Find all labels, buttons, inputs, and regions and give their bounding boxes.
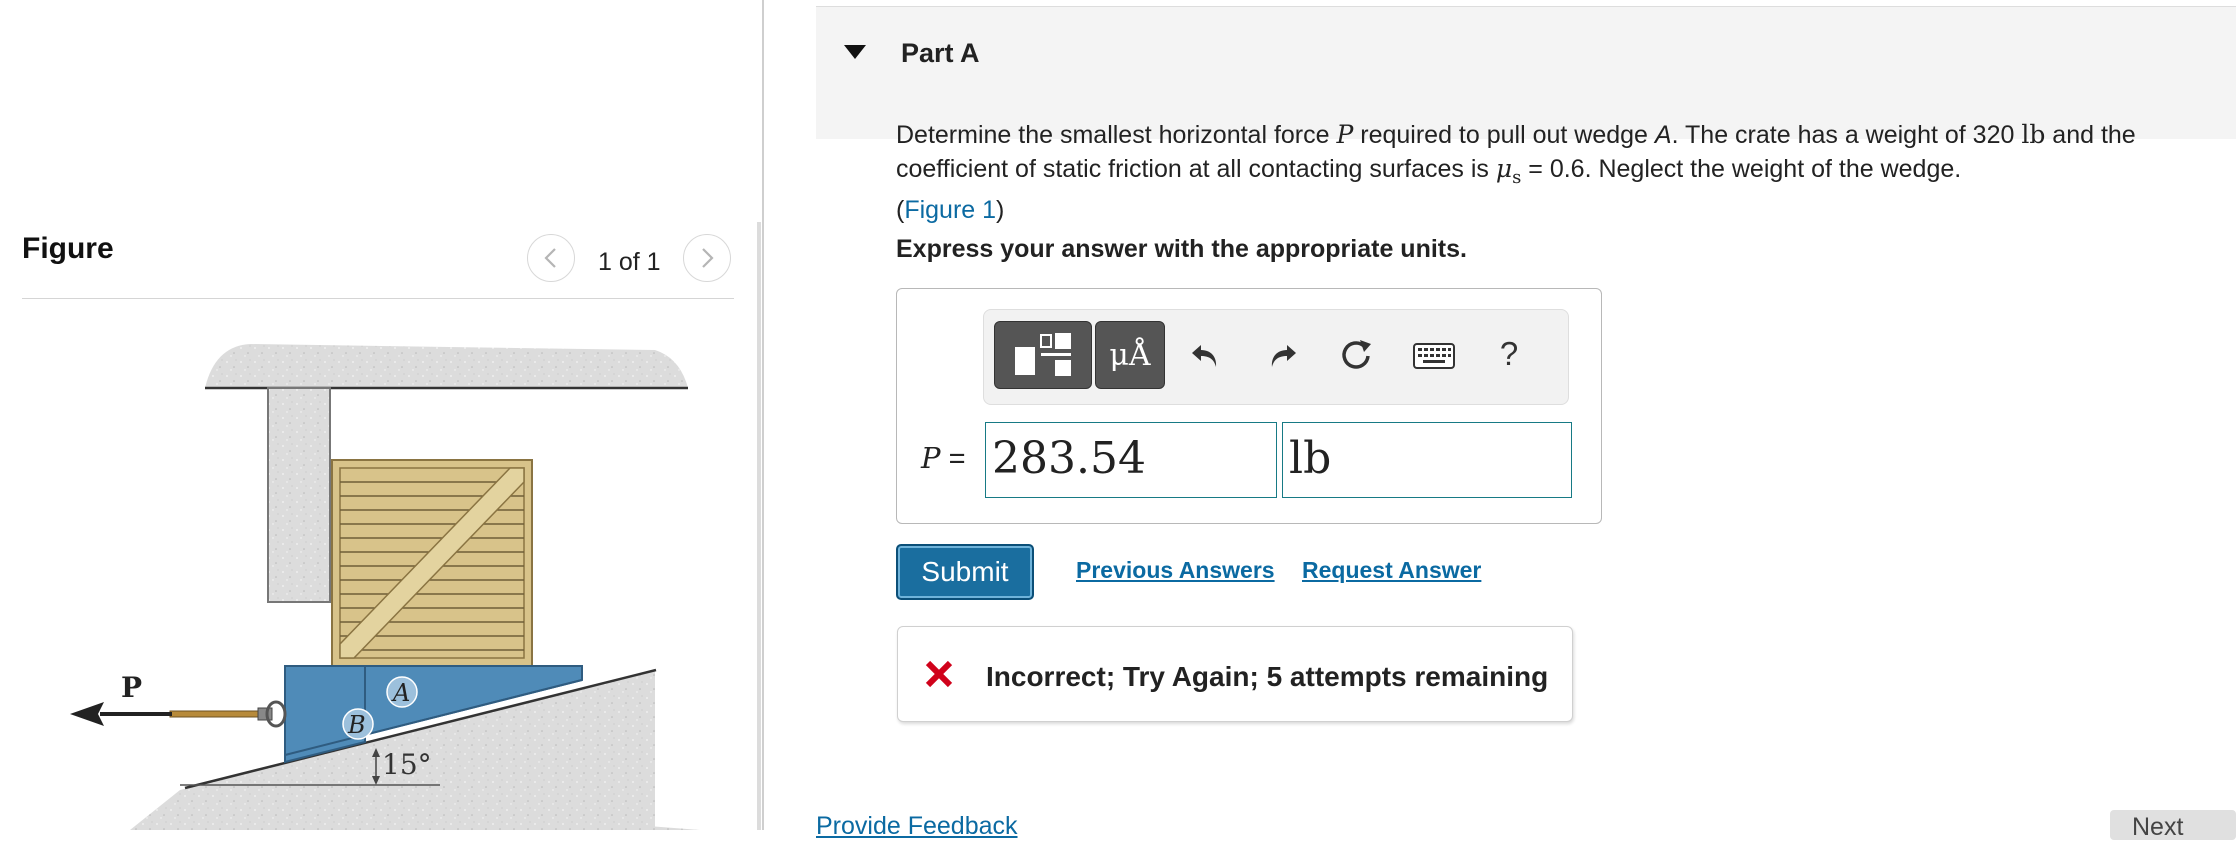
label-A: A [391, 679, 410, 707]
redo-button[interactable] [1260, 334, 1304, 378]
answer-instruction: Express your answer with the appropriate… [896, 235, 1467, 263]
mu-symbol: μ [1495, 154, 1513, 183]
force-label-P: P [121, 671, 142, 704]
crate [331, 459, 533, 667]
part-title: Part A [901, 38, 980, 68]
force-arrowhead [70, 702, 104, 726]
collapse-caret-icon[interactable] [843, 44, 867, 60]
provide-feedback-link[interactable]: Provide Feedback [816, 812, 1018, 841]
undo-icon [1192, 345, 1217, 367]
equals-sign: = [940, 443, 966, 475]
submit-button[interactable]: Submit [896, 544, 1034, 600]
unit-lb: lb [2021, 120, 2046, 149]
pane-divider[interactable] [762, 0, 764, 830]
hanging-wall [267, 387, 331, 603]
figure-link[interactable]: Figure 1 [904, 196, 996, 224]
answer-value-input[interactable]: 283.54 [985, 422, 1277, 498]
answer-variable: P [921, 441, 941, 475]
question-fragment: = 0.6. Neglect the weight of the wedge. [1521, 155, 1962, 183]
answer-units-input[interactable]: lb [1282, 422, 1572, 498]
cable [169, 710, 261, 718]
feedback-box: Incorrect; Try Again; 5 attempts remaini… [897, 626, 1573, 722]
keyboard-button[interactable] [1409, 334, 1459, 378]
figure-panel: Figure 1 of 1 A B P 15° [0, 0, 762, 830]
request-answer-link[interactable]: Request Answer [1302, 557, 1481, 584]
templates-button[interactable] [994, 321, 1092, 389]
eyebolt [257, 707, 273, 721]
error-x-icon [925, 660, 953, 688]
undo-button[interactable] [1184, 334, 1228, 378]
wedge-crate-diagram: A B P 15° [70, 344, 700, 830]
question-text: Determine the smallest horizontal force … [896, 118, 2216, 227]
templates-icon [1015, 333, 1071, 376]
figure-divider [22, 298, 734, 299]
feedback-message: Incorrect; Try Again; 5 attempts remaini… [986, 661, 1549, 692]
figure-title: Figure [22, 232, 114, 265]
redo-icon [1271, 345, 1296, 367]
answer-label: P = [921, 441, 966, 476]
ceiling [205, 344, 688, 388]
label-B: B [347, 711, 366, 739]
previous-answers-link[interactable]: Previous Answers [1076, 557, 1275, 584]
reset-icon [1342, 340, 1371, 369]
mu-subscript: s [1512, 167, 1522, 188]
keyboard-icon [1413, 343, 1455, 369]
help-button[interactable]: ? [1489, 330, 1529, 378]
chevron-left-icon [544, 248, 556, 268]
figure-page-counter: 1 of 1 [598, 248, 661, 276]
chevron-right-icon [702, 248, 714, 268]
variable-P: P [1336, 120, 1354, 149]
next-figure-button[interactable] [683, 234, 731, 282]
question-fragment: required to pull out wedge [1353, 121, 1655, 149]
previous-figure-button[interactable] [527, 234, 575, 282]
math-toolbar: μÅ ? [983, 309, 1569, 405]
answer-box: μÅ ? P = 283.54 lb [896, 288, 1602, 524]
reset-button[interactable] [1334, 332, 1380, 378]
paren: ) [996, 196, 1005, 224]
pane-divider-shadow [757, 222, 761, 830]
question-fragment: Determine the smallest horizontal force [896, 121, 1337, 149]
question-fragment: . The crate has a weight of 320 [1671, 121, 2022, 149]
next-button[interactable]: Next [2110, 810, 2236, 841]
units-button[interactable]: μÅ [1095, 321, 1165, 389]
wedge-name: A [1654, 121, 1672, 149]
angle-label: 15° [382, 748, 432, 781]
